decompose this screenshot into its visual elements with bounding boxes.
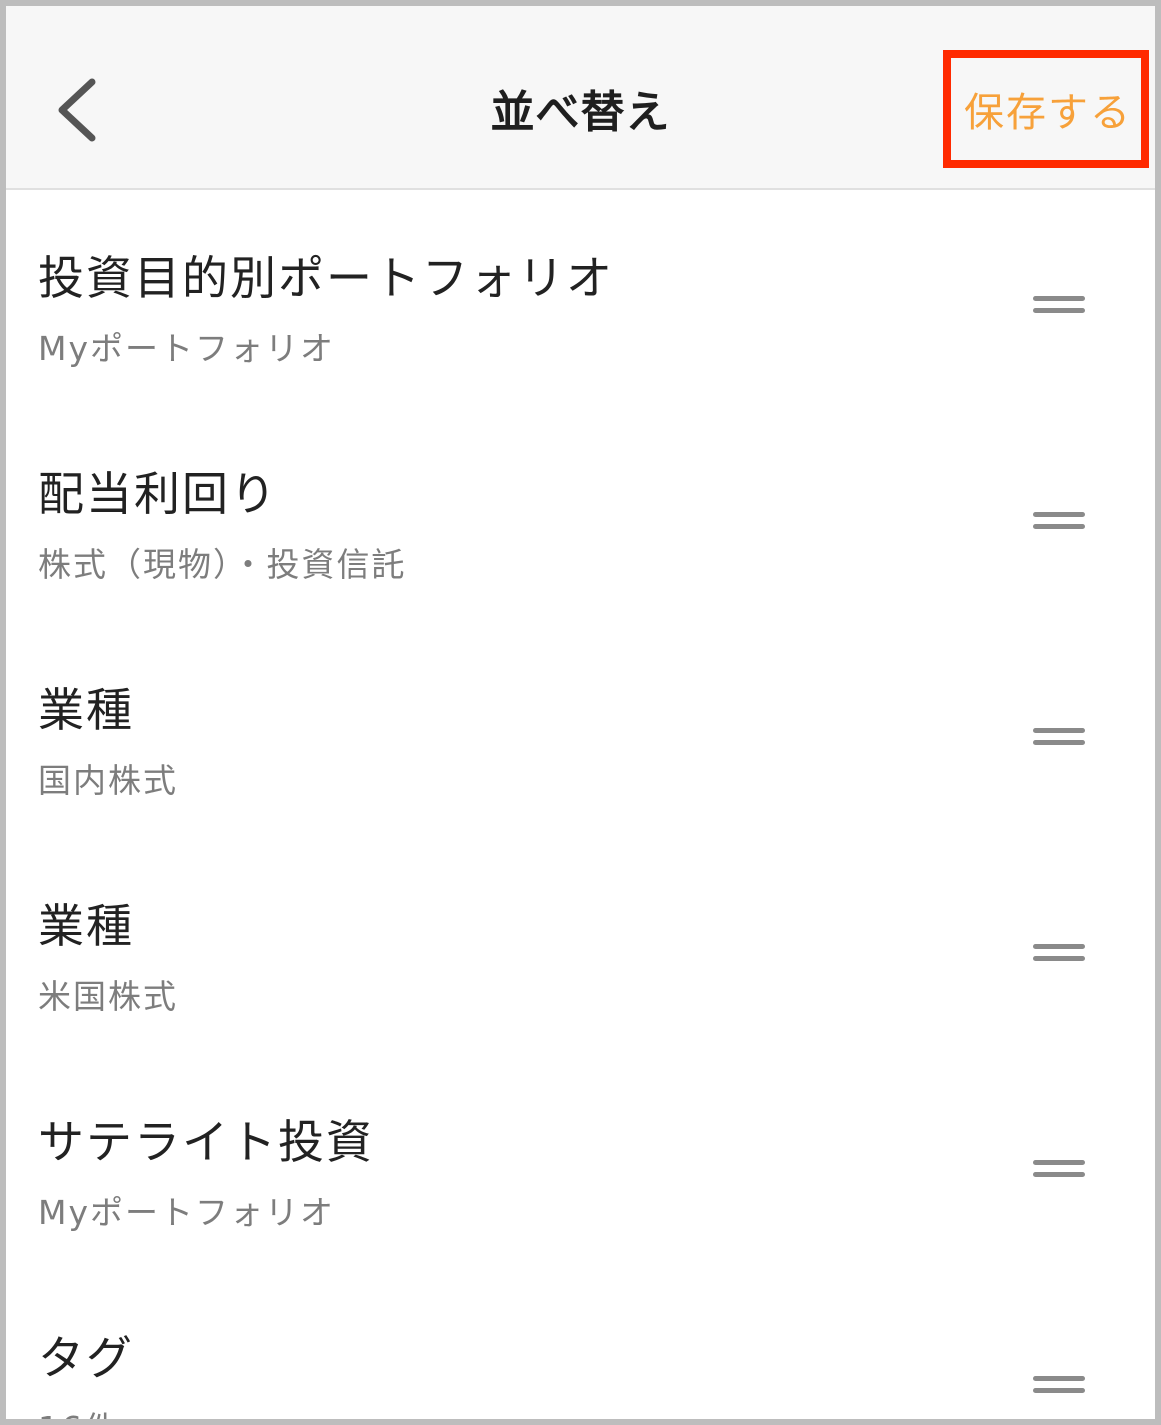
drag-handle-icon [1033,1160,1085,1177]
nav-header: 並べ替え 保存する [6,6,1155,190]
drag-handle-icon [1033,512,1085,529]
list-item[interactable]: タグ 16件 [6,1270,1155,1419]
item-title: タグ [38,1331,134,1385]
app-frame: 並べ替え 保存する 投資目的別ポートフォリオ Myポートフォリオ 配当利回り 株… [0,0,1161,1425]
item-subtitle: 米国株式 [38,977,178,1016]
item-title: 業種 [38,683,134,737]
item-subtitle: 16件 [38,1402,119,1419]
drag-handle[interactable] [1033,294,1085,316]
item-title: 配当利回り [38,467,278,521]
drag-handle-icon [1033,728,1085,745]
list-item[interactable]: 業種 米国株式 [6,838,1155,1054]
drag-handle-icon [1033,944,1085,961]
drag-handle-icon [1033,1376,1085,1393]
drag-handle[interactable] [1033,510,1085,532]
drag-handle[interactable] [1033,942,1085,964]
item-subtitle: 株式（現物）・投資信託 [38,545,407,584]
drag-handle[interactable] [1033,1158,1085,1180]
drag-handle[interactable] [1033,726,1085,748]
save-button[interactable]: 保存する [964,80,1132,138]
item-subtitle: Myポートフォリオ [38,329,336,368]
item-title: 業種 [38,899,134,953]
drag-handle-icon [1033,296,1085,313]
item-subtitle: Myポートフォリオ [38,1193,336,1232]
item-title: サテライト投資 [38,1115,374,1169]
item-subtitle: 国内株式 [38,761,178,800]
list-item[interactable]: サテライト投資 Myポートフォリオ [6,1054,1155,1270]
sortable-list: 投資目的別ポートフォリオ Myポートフォリオ 配当利回り 株式（現物）・投資信託… [6,190,1155,1419]
list-item[interactable]: 配当利回り 株式（現物）・投資信託 [6,406,1155,622]
drag-handle[interactable] [1033,1374,1085,1396]
list-item[interactable]: 投資目的別ポートフォリオ Myポートフォリオ [6,190,1155,406]
list-item[interactable]: 業種 国内株式 [6,622,1155,838]
item-title: 投資目的別ポートフォリオ [38,251,614,305]
